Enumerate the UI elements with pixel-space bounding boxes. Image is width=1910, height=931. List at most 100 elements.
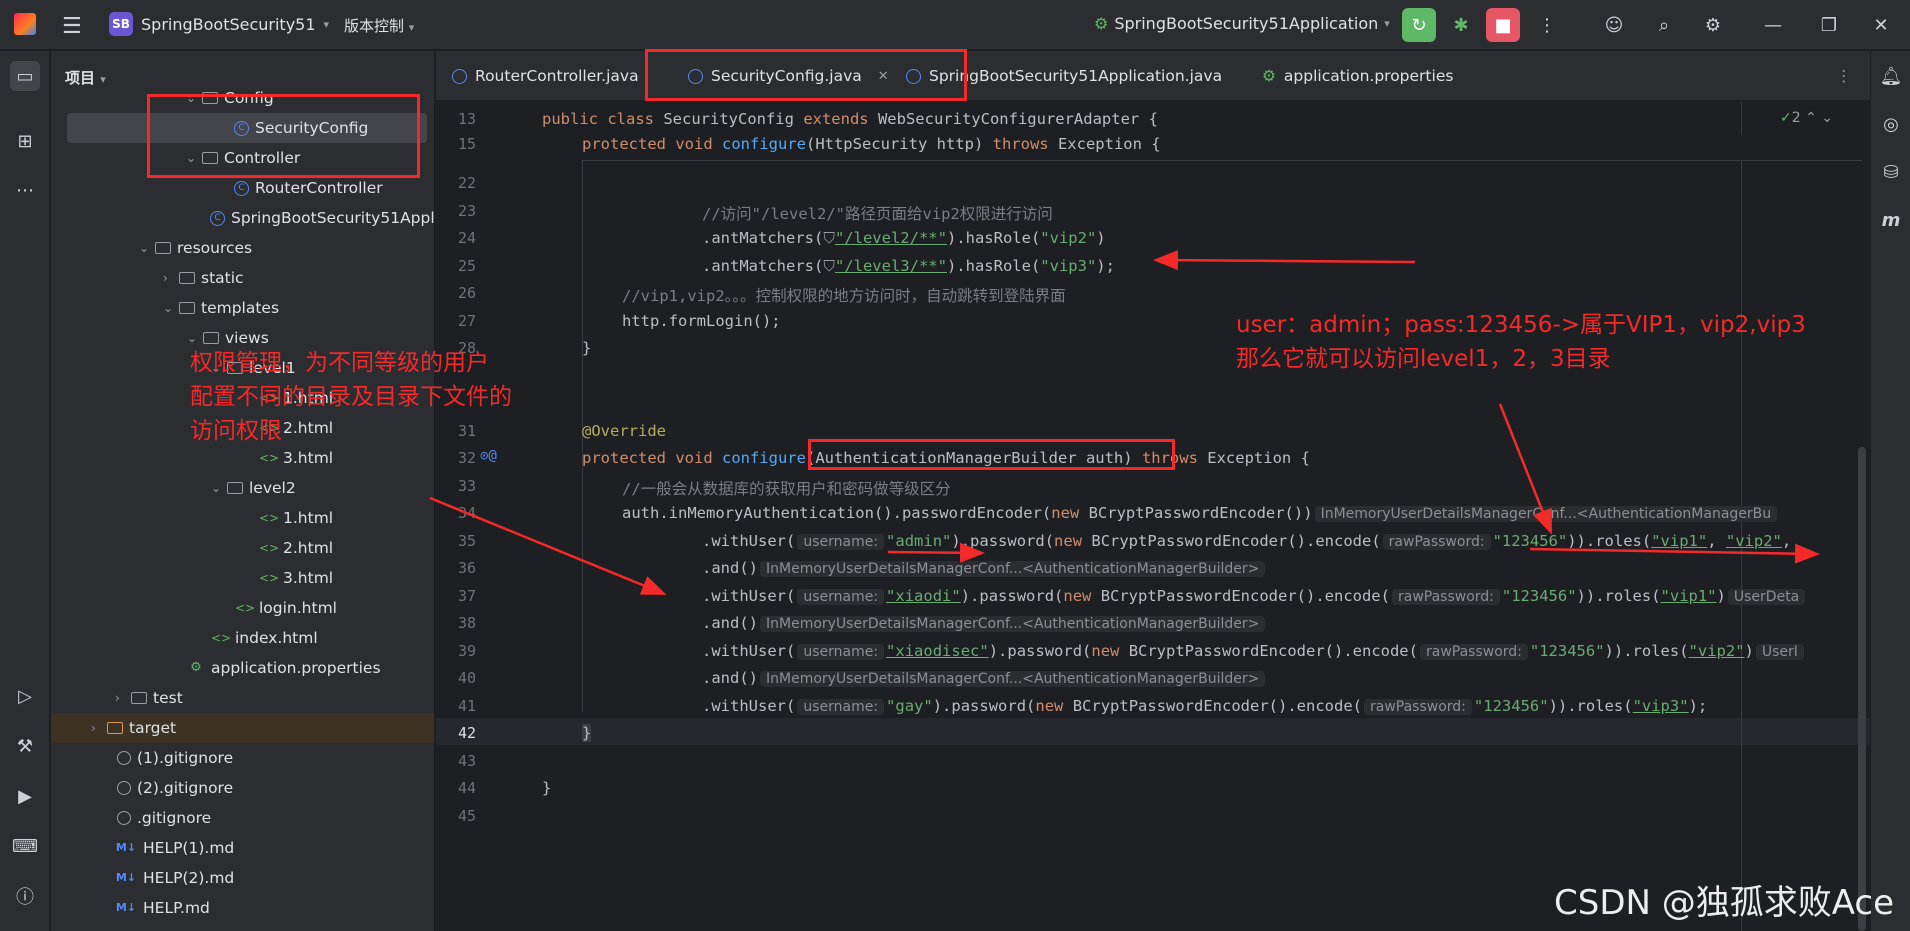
code-line-39: .withUser(username: "xiaodisec").password… [702,642,1806,660]
tree-label: 1.html [283,509,334,527]
run-icon[interactable]: ▶ [10,781,40,811]
tree-label: HELP(2).md [143,869,235,887]
tree-file-properties[interactable]: ⚙ application.properties [187,653,380,683]
code-token: WebSecurityConfigurerAdapter { [877,110,1158,128]
code-token: "123456" [1529,642,1605,660]
ignore-file-icon [117,781,131,795]
tree-label: static [201,269,244,287]
code-token: .and() [702,559,758,577]
restore-icon[interactable]: ❐ [1812,8,1846,42]
vcs-menu[interactable]: 版本控制 ▾ [344,15,414,36]
hamburger-menu-icon[interactable]: ☰ [62,14,82,39]
code-line-25: .antMatchers(⛉"/level3/**").hasRole("vip… [702,257,1115,276]
right-tool-rail: 🔔︎ ◎ ⛁ m [1870,51,1910,931]
project-panel-header[interactable]: 项目 ▾ [65,67,106,88]
inlay-hint: InMemoryUserDetailsManagerConf...<Authen… [760,561,1266,577]
project-folder-icon[interactable]: ▭ [10,61,40,91]
tree-file-login[interactable]: <> login.html [235,593,337,623]
minimize-icon[interactable]: — [1756,8,1790,42]
code-token: "vip1" [1651,532,1708,550]
inlay-hint: InMemoryUserDetailsManagerConf...<Authen… [1314,506,1778,522]
terminal-icon[interactable]: ⌨ [10,831,40,861]
code-line-27: http.formLogin(); [622,312,781,330]
code-token: "admin" [886,532,952,550]
tab-options-icon[interactable]: ⋮ [1836,51,1852,101]
ai-assistant-icon[interactable]: ◎ [1878,111,1904,137]
code-line-23: //访问"/level2/"路径页面给vip2权限进行访问 [702,205,1053,223]
code-token: protected void [582,449,722,467]
code-line-35: .withUser(username: "admin").password(new… [702,532,1791,550]
notifications-bell-icon[interactable]: 🔔︎ [1878,63,1904,89]
tab-routercontroller[interactable]: RouterController.java [452,51,639,101]
more-options-icon[interactable]: ⋮ [1530,8,1564,42]
resources-folder-icon [155,242,171,254]
ide-logo-icon[interactable] [14,13,36,35]
code-token: SecurityConfig [663,110,804,128]
close-icon[interactable]: ✕ [1864,8,1898,42]
tree-file-gitignore[interactable]: .gitignore [117,803,211,833]
more-tools-icon[interactable]: ⋯ [10,175,40,205]
tree-folder-level2[interactable]: ⌄ level2 [211,473,296,503]
tree-file-md[interactable]: M↓ HELP.md [115,893,210,923]
structure-icon[interactable]: ⊞ [10,126,40,156]
tree-file-html[interactable]: <> 2.html [259,533,333,563]
tree-folder-target[interactable]: › target [51,713,434,743]
ignore-file-icon [117,751,131,765]
tree-file-application[interactable]: C SpringBootSecurity51Appli [210,203,434,233]
code-token: BCryptPasswordEncoder().encode( [1091,532,1381,550]
code-editor[interactable]: ✓2 ⌃ ⌄ 13 15 22 23 24 25 26 27 28 31 32 … [436,102,1870,931]
stop-button[interactable]: ■ [1486,8,1520,42]
search-icon[interactable]: ⌕ [1647,8,1681,42]
tab-properties[interactable]: ⚙ application.properties [1262,51,1453,101]
tree-folder-static[interactable]: › static [163,263,244,293]
code-token: (HttpSecurity http) [805,135,993,153]
tree-file-gitignore[interactable]: (1).gitignore [117,743,233,773]
override-gutter-icon[interactable]: ⊙@ [480,448,497,464]
tree-file-index[interactable]: <> index.html [211,623,318,653]
code-token: ).password( [951,532,1055,550]
add-user-icon[interactable]: ☺ [1597,8,1631,42]
project-switcher[interactable]: SB SpringBootSecurity51 ▾ [109,12,329,36]
rerun-button[interactable]: ↻ [1402,8,1436,42]
tree-file-html[interactable]: <> 3.html [259,563,333,593]
inlay-hint: rawPassword: [1391,589,1500,605]
properties-file-icon: ⚙ [1262,67,1276,85]
tree-folder-test[interactable]: › test [115,683,183,713]
line-number: 24 [457,229,476,247]
code-token: ) [1716,587,1726,605]
code-token: , [1707,532,1726,550]
maven-icon[interactable]: m [1878,207,1904,233]
chevron-down-icon: ▾ [1384,17,1390,30]
build-hammer-icon[interactable]: ⚒ [10,731,40,761]
line-number: 40 [457,669,476,687]
editor-scrollbar[interactable] [1858,447,1866,931]
code-token: "vip2" [1040,229,1097,247]
settings-gear-icon[interactable]: ⚙ [1696,8,1730,42]
tree-file-md[interactable]: M↓ HELP(2).md [115,863,234,893]
tree-file-md[interactable]: M↓ HELP(1).md [115,833,234,863]
run-config-selector[interactable]: ⚙ SpringBootSecurity51Application ▾ [1094,14,1390,33]
debug-icon[interactable]: ✱ [1444,8,1478,42]
chevron-right-icon: › [91,721,96,735]
line-number: 22 [457,174,476,192]
services-icon[interactable]: ▷ [10,681,40,711]
problems-icon[interactable]: ⓘ [10,881,40,911]
tree-folder-resources[interactable]: ⌄ resources [139,233,252,263]
line-number: 39 [457,642,476,660]
code-token: Exception { [1207,449,1310,467]
line-number: 26 [457,284,476,302]
inspection-widget[interactable]: ✓2 ⌃ ⌄ [1780,110,1833,126]
annotation-line: 权限管理，为不同等级的用户 [190,350,489,376]
chevron-down-icon: ⌄ [211,481,222,495]
line-number: 34 [457,504,476,522]
tab-label: RouterController.java [475,67,639,85]
tree-file-html[interactable]: <> 1.html [259,503,333,533]
database-icon[interactable]: ⛁ [1878,159,1904,185]
tree-file-gitignore[interactable]: (2).gitignore [117,773,233,803]
tree-folder-templates[interactable]: ⌄ templates [163,293,279,323]
inlay-hint: InMemoryUserDetailsManagerConf...<Authen… [760,616,1266,632]
inlay-hint: UserDeta [1727,589,1806,605]
tree-label: HELP.md [143,899,210,917]
inlay-hint: InMemoryUserDetailsManagerConf...<Authen… [760,671,1266,687]
chevron-right-icon: › [115,691,120,705]
